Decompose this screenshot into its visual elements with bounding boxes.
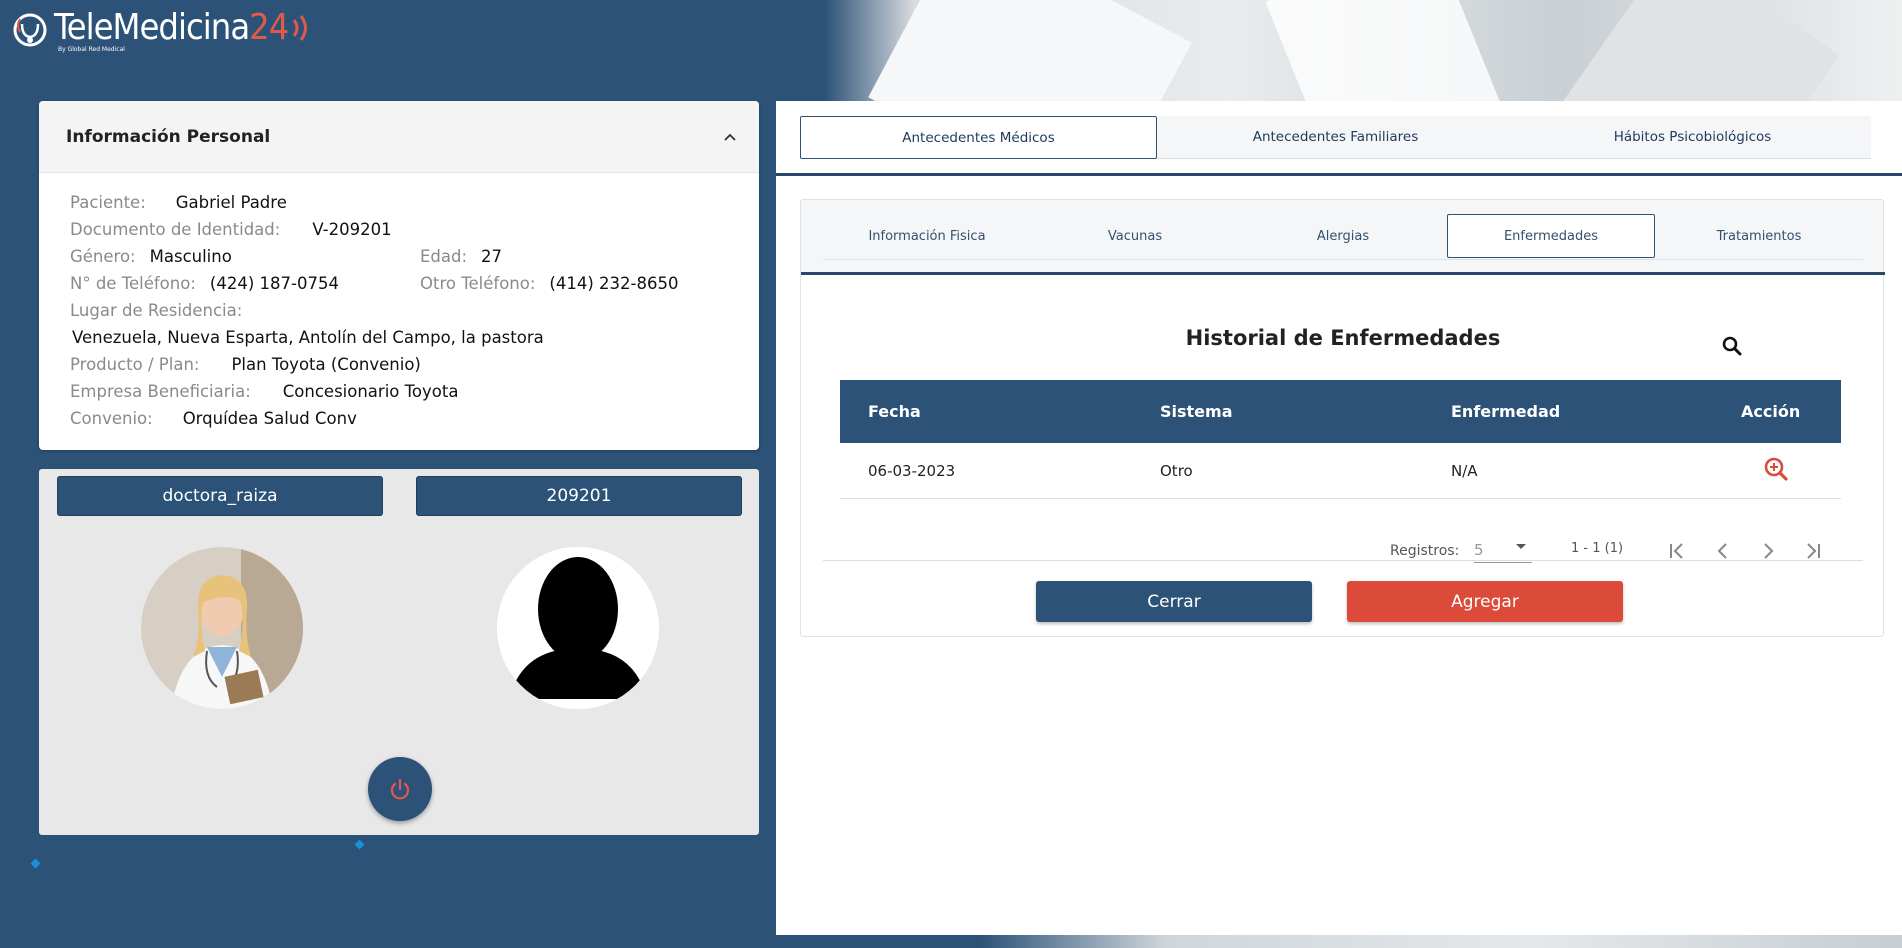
info-row-residencia: Venezuela, Nueva Esparta, Antolín del Ca… xyxy=(72,328,544,347)
info-row-paciente: Paciente: Gabriel Padre xyxy=(70,193,287,212)
cell-sistema: Otro xyxy=(1160,461,1193,480)
user-silhouette-icon xyxy=(497,547,659,709)
personal-info-card: Información Personal Paciente: Gabriel Pa… xyxy=(39,101,759,450)
info-row-documento: Documento de Identidad: V-209201 xyxy=(70,220,392,239)
subtabs-underline xyxy=(801,272,1885,275)
info-row-genero: Género: Masculino Edad: 27 xyxy=(70,247,503,266)
doctor-avatar xyxy=(141,547,303,709)
info-row-producto: Producto / Plan: Plan Toyota (Convenio) xyxy=(70,355,421,374)
sub-tabs-bar: Información Fisica Vacunas Alergias Enfe… xyxy=(801,200,1883,274)
subtab-informacion-fisica[interactable]: Información Fisica xyxy=(823,214,1031,258)
paginator-range: 1 - 1 (1) xyxy=(1571,541,1624,556)
personal-info-body: Paciente: Gabriel Padre Documento de Iden… xyxy=(39,173,759,448)
stethoscope-icon xyxy=(13,13,47,47)
personal-info-title: Información Personal xyxy=(66,126,271,147)
subtab-vacunas[interactable]: Vacunas xyxy=(1031,214,1239,258)
signal-icon xyxy=(293,15,308,41)
subtab-enfermedades[interactable]: Enfermedades xyxy=(1447,214,1655,258)
loading-dot xyxy=(354,839,365,850)
video-call-card: doctora_raiza 209201 xyxy=(39,469,759,835)
patient-id-button[interactable]: 209201 xyxy=(416,476,742,516)
hangup-power-button[interactable] xyxy=(368,757,432,821)
search-icon[interactable] xyxy=(1721,335,1743,357)
table-header: Fecha Sistema Enfermedad Acción xyxy=(840,380,1841,443)
info-row-residencia-label: Lugar de Residencia: xyxy=(70,301,243,320)
column-header-accion: Acción xyxy=(1741,402,1801,421)
power-icon xyxy=(390,778,410,800)
cell-enfermedad: N/A xyxy=(1451,461,1478,480)
column-header-enfermedad[interactable]: Enfermedad xyxy=(1423,402,1714,421)
tab-habitos-psicobiologicos[interactable]: Hábitos Psicobiológicos xyxy=(1514,116,1871,159)
doctor-photo xyxy=(141,547,303,709)
logo-text: TeleMedicina24 xyxy=(54,7,289,48)
column-header-fecha[interactable]: Fecha xyxy=(840,402,1132,421)
tab-antecedentes-familiares[interactable]: Antecedentes Familiares xyxy=(1157,116,1514,159)
add-button[interactable]: Agregar xyxy=(1347,581,1623,622)
zoom-in-icon[interactable] xyxy=(1763,456,1789,482)
tabs-underline xyxy=(776,173,1902,176)
loading-dot xyxy=(30,858,41,869)
cell-accion xyxy=(1714,456,1841,486)
paginator: Registros: 5 1 - 1 (1) xyxy=(801,533,1885,573)
info-row-convenio: Convenio: Orquídea Salud Conv xyxy=(70,409,357,428)
divider xyxy=(823,560,1863,561)
tab-antecedentes-medicos[interactable]: Antecedentes Médicos xyxy=(800,116,1157,159)
diseases-card: Información Fisica Vacunas Alergias Enfe… xyxy=(800,199,1885,637)
subtab-tratamientos[interactable]: Tratamientos xyxy=(1655,214,1863,258)
subtab-alergias[interactable]: Alergias xyxy=(1239,214,1447,258)
patient-avatar xyxy=(497,547,659,709)
paginator-label: Registros: xyxy=(1390,543,1460,559)
medical-history-panel: Antecedentes Médicos Antecedentes Famili… xyxy=(776,101,1902,935)
dropdown-arrow-icon xyxy=(1516,544,1526,549)
info-row-telefono: N° de Teléfono: (424) 187-0754 Otro Teléf… xyxy=(70,274,679,293)
close-button[interactable]: Cerrar xyxy=(1036,581,1312,622)
top-tabs: Antecedentes Médicos Antecedentes Famili… xyxy=(800,116,1902,164)
diseases-table: Fecha Sistema Enfermedad Acción 06-03-20… xyxy=(840,380,1841,499)
table-row[interactable]: 06-03-2023 Otro N/A xyxy=(840,443,1841,499)
background-photo xyxy=(780,0,1902,110)
sub-tabs: Información Fisica Vacunas Alergias Enfe… xyxy=(823,214,1863,260)
personal-info-header[interactable]: Información Personal xyxy=(39,101,759,173)
app-logo[interactable]: TeleMedicina24 By Global Red Medical xyxy=(12,6,316,54)
chevron-up-icon[interactable] xyxy=(723,130,737,144)
doctor-name-button[interactable]: doctora_raiza xyxy=(57,476,383,516)
cell-fecha: 06-03-2023 xyxy=(868,461,956,480)
info-row-empresa: Empresa Beneficiaria: Concesionario Toyot… xyxy=(70,382,459,401)
column-header-sistema[interactable]: Sistema xyxy=(1132,402,1423,421)
logo-subtitle: By Global Red Medical xyxy=(58,46,125,53)
